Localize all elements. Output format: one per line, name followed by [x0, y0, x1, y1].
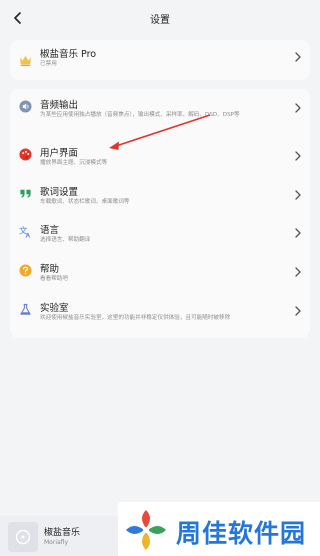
settings-item-title: 语言	[40, 225, 60, 236]
chevron-right-icon	[295, 267, 301, 277]
flask-icon	[20, 303, 31, 315]
chevron-right-icon	[295, 306, 301, 316]
quote-icon	[20, 189, 31, 198]
palette-icon	[19, 148, 32, 161]
album-cover[interactable]	[8, 522, 38, 552]
settings-item-title: 用户界面	[40, 148, 79, 159]
crown-icon	[19, 55, 32, 67]
watermark-text: 周佳软件园	[176, 519, 307, 548]
page-title: 设置	[150, 15, 170, 26]
help-icon	[19, 264, 32, 277]
settings-item-title: 实验室	[40, 303, 69, 314]
pro-title: 椒盐音乐 Pro	[40, 49, 97, 60]
player-artist: Moriafly	[44, 539, 68, 546]
settings-item-title: 音频输出	[40, 100, 79, 111]
settings-item-subtitle: 看看帮助吧	[40, 276, 68, 282]
settings-item-subtitle: 欢迎使用椒盐音乐实验室，这里的功能并非稳定仅供体验，且可能随时被移除	[40, 315, 231, 321]
settings-item-subtitle: 播放界面主题、沉浸模式等	[40, 160, 108, 166]
settings-item-help[interactable]: 帮助 看看帮助吧	[10, 257, 310, 293]
watermark-logo-icon	[126, 510, 166, 550]
settings-item-subtitle: 选择语言、帮助翻译	[40, 237, 91, 243]
pro-card[interactable]: 椒盐音乐 Pro 已禁用	[10, 40, 310, 80]
chevron-right-icon	[295, 52, 301, 62]
settings-item-subtitle: 车载歌词、状态栏歌词、桌面歌词等	[40, 199, 130, 205]
chevron-right-icon	[295, 190, 301, 200]
watermark: 周佳软件园	[118, 502, 320, 556]
settings-item-title: 歌词设置	[40, 187, 79, 198]
settings-item-title: 帮助	[40, 264, 60, 275]
settings-item-lab[interactable]: 实验室 欢迎使用椒盐音乐实验室，这里的功能并非稳定仅供体验，且可能随时被移除	[10, 296, 310, 332]
top-bar: 设置	[0, 0, 320, 36]
settings-item-user-interface[interactable]: 用户界面 播放界面主题、沉浸模式等	[10, 141, 310, 177]
chevron-right-icon	[295, 151, 301, 161]
chevron-right-icon	[295, 103, 301, 113]
settings-item-subtitle: 为某些应用使用独占播放（音频焦点），输出模式、采样率、解码、DSD、DSP等	[40, 112, 240, 118]
pro-subtitle: 已禁用	[40, 61, 57, 67]
settings-item-lyrics[interactable]: 歌词设置 车载歌词、状态栏歌词、桌面歌词等	[10, 180, 310, 216]
chevron-right-icon	[295, 228, 301, 238]
disc-icon	[15, 529, 31, 545]
speaker-icon	[19, 100, 32, 113]
settings-item-audio-output[interactable]: 音频输出 为某些应用使用独占播放（音频焦点），输出模式、采样率、解码、DSD、D…	[10, 93, 310, 129]
translate-icon: 文 A	[19, 225, 31, 238]
svg-text:A: A	[26, 233, 31, 238]
player-title: 椒盐音乐	[44, 528, 81, 538]
settings-item-language[interactable]: 文 A 语言 选择语言、帮助翻译	[10, 218, 310, 254]
pro-row[interactable]: 椒盐音乐 Pro 已禁用	[10, 42, 310, 78]
settings-card: 音频输出 为某些应用使用独占播放（音频焦点），输出模式、采样率、解码、DSD、D…	[10, 89, 310, 338]
